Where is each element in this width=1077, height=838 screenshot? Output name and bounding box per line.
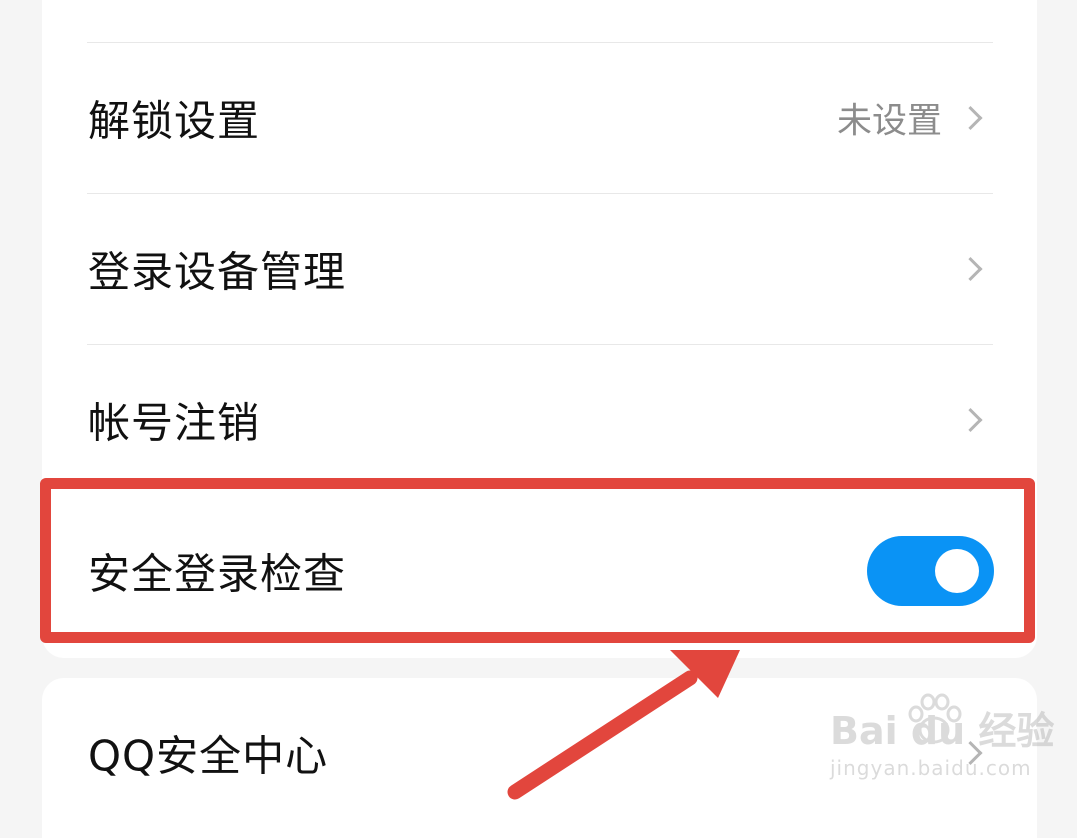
qq-security-center-label: QQ安全中心 bbox=[88, 731, 329, 781]
chevron-right-icon bbox=[958, 256, 983, 282]
chevron-right-icon bbox=[958, 105, 983, 131]
unlock-settings-label: 解锁设置 bbox=[88, 96, 261, 146]
unlock-settings-row[interactable]: 解锁设置 未设置 bbox=[42, 43, 1037, 193]
account-cancellation-row[interactable]: 帐号注销 bbox=[42, 345, 1037, 495]
login-device-management-row[interactable]: 登录设备管理 bbox=[42, 194, 1037, 344]
unlock-settings-value: 未设置 bbox=[836, 101, 942, 142]
account-cancellation-label: 帐号注销 bbox=[88, 398, 261, 448]
qq-security-center-row[interactable]: QQ安全中心 bbox=[42, 678, 1037, 828]
login-device-management-label: 登录设备管理 bbox=[88, 247, 347, 297]
secure-login-check-label: 安全登录检查 bbox=[88, 549, 347, 599]
chevron-right-icon bbox=[958, 407, 983, 433]
chevron-right-icon bbox=[958, 740, 983, 766]
toggle-knob bbox=[935, 549, 979, 593]
secure-login-check-toggle[interactable] bbox=[867, 536, 994, 606]
